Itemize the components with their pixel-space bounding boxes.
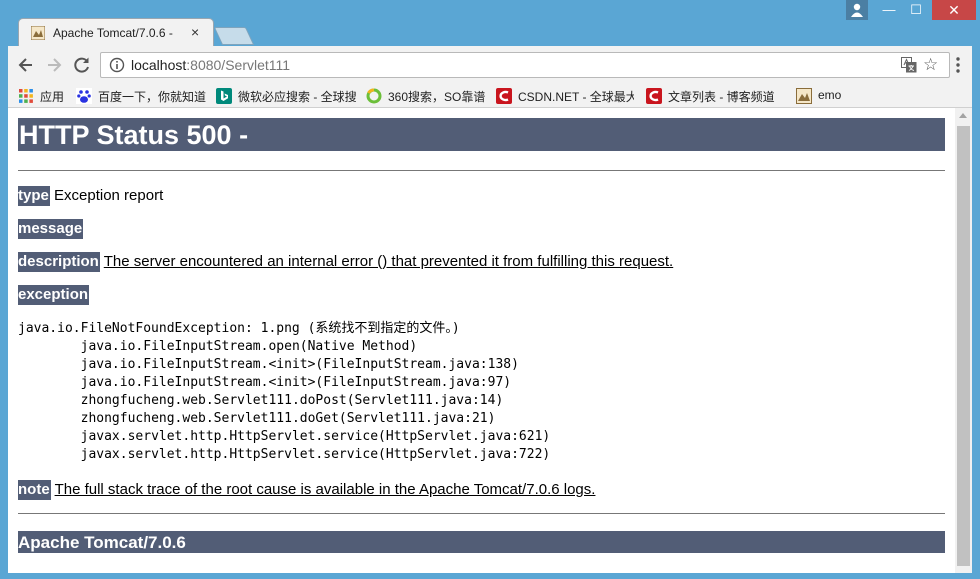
bookmark-label: 微软必应搜索 - 全球搜 bbox=[238, 90, 356, 104]
person-icon bbox=[851, 3, 863, 17]
message-row: message bbox=[18, 219, 84, 239]
url-path: :8080/Servlet111 bbox=[186, 57, 291, 73]
scroll-up-arrow-icon[interactable] bbox=[959, 113, 967, 118]
tab-close-icon[interactable]: × bbox=[191, 24, 199, 40]
forward-arrow-icon[interactable] bbox=[44, 55, 64, 75]
info-icon[interactable] bbox=[109, 57, 125, 73]
bookmark-apps[interactable]: 应用 bbox=[18, 87, 74, 105]
type-value: Exception report bbox=[54, 187, 164, 204]
description-value: The server encountered an internal error… bbox=[103, 253, 674, 270]
bookmark-label: 应用 bbox=[40, 90, 65, 104]
server-footer: Apache Tomcat/7.0.6 bbox=[18, 531, 945, 553]
bing-icon bbox=[216, 88, 232, 104]
browser-toolbar: localhost:8080/Servlet111 ☆ bbox=[8, 46, 972, 84]
tab-title: Apache Tomcat/7.0.6 - bbox=[53, 26, 173, 40]
window-titlebar: Apache Tomcat/7.0.6 - × — ☐ ✕ bbox=[0, 0, 980, 46]
bookmark-star-icon[interactable]: ☆ bbox=[923, 55, 938, 75]
so360-icon bbox=[366, 88, 382, 104]
menu-dots-icon[interactable] bbox=[956, 57, 960, 73]
browser-tab[interactable]: Apache Tomcat/7.0.6 - × bbox=[18, 18, 214, 46]
bookmark-label: emo bbox=[818, 88, 842, 102]
bookmark-emo[interactable]: emo bbox=[796, 87, 856, 105]
minimize-button[interactable]: — bbox=[876, 0, 902, 20]
bookmark-label: 360搜索，SO靠谱 bbox=[388, 90, 486, 104]
exception-row: exception bbox=[18, 285, 90, 305]
divider bbox=[18, 170, 945, 171]
bookmark-csdn[interactable]: CSDN.NET - 全球最大 bbox=[496, 87, 634, 105]
page-title: HTTP Status 500 - bbox=[18, 118, 945, 151]
back-arrow-icon[interactable] bbox=[16, 55, 36, 75]
description-row: description The server encountered an in… bbox=[18, 252, 674, 272]
message-label: message bbox=[18, 219, 84, 239]
stack-trace: java.io.FileNotFoundException: 1.png (系统… bbox=[18, 321, 551, 462]
baidu-paw-icon bbox=[76, 88, 92, 104]
apps-grid-icon bbox=[19, 89, 33, 103]
maximize-button[interactable]: ☐ bbox=[902, 0, 930, 20]
bookmarks-bar: 应用 百度一下，你就知道 微软必应搜索 - 全球搜 360搜索，SO靠谱 CSD… bbox=[8, 84, 972, 108]
divider bbox=[18, 513, 945, 514]
translate-icon[interactable] bbox=[901, 57, 917, 73]
bookmark-csdn-blog[interactable]: 文章列表 - 博客频道 bbox=[646, 87, 786, 105]
new-tab-button[interactable] bbox=[213, 27, 255, 45]
tomcat-icon bbox=[796, 88, 812, 104]
exception-label: exception bbox=[18, 285, 90, 305]
type-row: type Exception report bbox=[18, 186, 164, 206]
url-host: localhost bbox=[131, 57, 187, 73]
reload-icon[interactable] bbox=[72, 55, 92, 75]
profile-button[interactable] bbox=[846, 0, 868, 20]
close-window-button[interactable]: ✕ bbox=[932, 0, 976, 20]
url-text: localhost:8080/Servlet111 bbox=[131, 57, 290, 73]
bookmark-baidu[interactable]: 百度一下，你就知道 bbox=[76, 87, 208, 105]
description-label: description bbox=[18, 252, 100, 272]
page-viewport: HTTP Status 500 - type Exception report … bbox=[8, 108, 972, 573]
bookmark-360so[interactable]: 360搜索，SO靠谱 bbox=[366, 87, 492, 105]
bookmark-label: 文章列表 - 博客频道 bbox=[668, 90, 775, 104]
note-value: The full stack trace of the root cause i… bbox=[54, 481, 596, 498]
vertical-scrollbar[interactable] bbox=[955, 108, 972, 573]
bookmark-bing[interactable]: 微软必应搜索 - 全球搜 bbox=[216, 87, 356, 105]
note-row: note The full stack trace of the root ca… bbox=[18, 480, 596, 500]
csdn-icon bbox=[496, 88, 512, 104]
bookmark-label: 百度一下，你就知道 bbox=[98, 90, 207, 104]
type-label: type bbox=[18, 186, 50, 206]
bookmark-label: CSDN.NET - 全球最大 bbox=[518, 90, 634, 104]
scrollbar-thumb[interactable] bbox=[957, 126, 970, 566]
address-bar[interactable]: localhost:8080/Servlet111 ☆ bbox=[100, 52, 950, 78]
tomcat-favicon-icon bbox=[31, 26, 45, 40]
csdn-icon bbox=[646, 88, 662, 104]
note-label: note bbox=[18, 480, 51, 500]
